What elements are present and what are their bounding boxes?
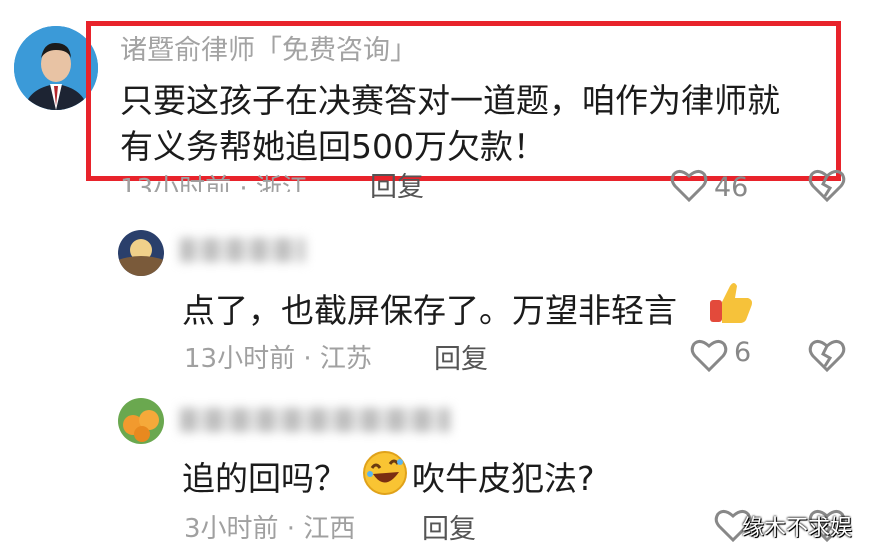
- like-count: 46: [714, 172, 749, 198]
- avatar-user3[interactable]: [118, 398, 164, 444]
- comment-text: 点了，也截屏保存了。万望非轻言: [182, 291, 677, 330]
- heart-icon[interactable]: [690, 338, 728, 376]
- reply-button[interactable]: 回复: [370, 168, 424, 198]
- dislike-icon[interactable]: [808, 338, 846, 376]
- comment-text-line1: 只要这孩子在决赛答对一道题，咱作为律师就: [120, 81, 780, 120]
- blurred-username: [180, 238, 305, 262]
- like-count: 6: [734, 337, 752, 368]
- reply-button[interactable]: 回复: [434, 337, 488, 376]
- comment-text-before-emoji: 追的回吗？: [182, 459, 347, 498]
- comment-time-location: 3小时前 · 江西: [184, 514, 356, 544]
- comment-text-line2: 有义务帮她追回500万欠款！: [120, 127, 546, 166]
- rolling-laughing-emoji: [362, 450, 408, 500]
- blurred-username: [180, 408, 450, 432]
- comment-author[interactable]: 诸暨俞律师「免费咨询」: [120, 28, 417, 67]
- reply-button[interactable]: 回复: [422, 507, 476, 546]
- comment-time-location: 13小时前 · 江苏: [184, 344, 372, 374]
- avatar-user2[interactable]: [118, 230, 164, 276]
- comment-text-after-emoji: 吹牛皮犯法?: [412, 459, 595, 498]
- thumbs-up-emoji: [708, 280, 754, 328]
- comment-time-location: 13小时前 · 浙江: [120, 174, 308, 192]
- dislike-icon[interactable]: [808, 168, 846, 206]
- heart-icon[interactable]: [670, 168, 708, 206]
- watermark: 缘木不求娱: [742, 516, 853, 541]
